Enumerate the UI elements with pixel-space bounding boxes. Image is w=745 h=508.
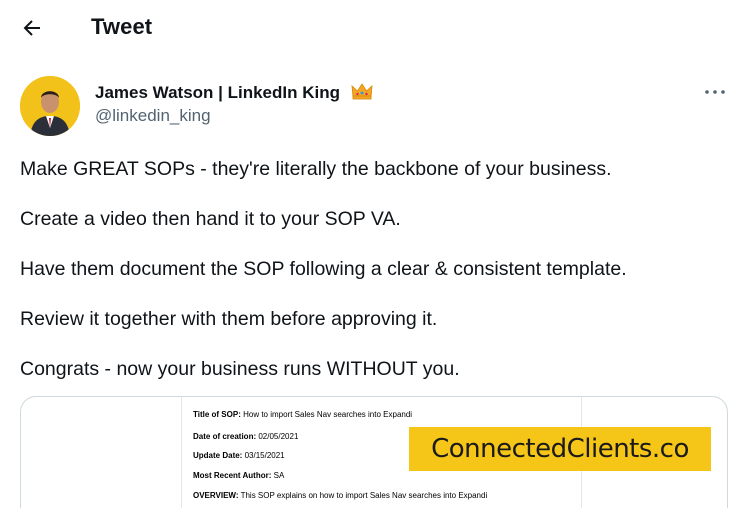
top-bar: Tweet: [0, 0, 745, 56]
document-margin-left: [181, 397, 182, 508]
avatar[interactable]: [20, 76, 80, 136]
tweet-text-line: Have them document the SOP following a c…: [20, 258, 627, 280]
doc-author-value: SA: [273, 471, 285, 480]
author-handle[interactable]: @linkedin_king: [95, 106, 211, 126]
author-name-text: James Watson | LinkedIn King: [95, 83, 340, 102]
doc-author-label: Most Recent Author:: [193, 471, 272, 480]
watermark-text: ConnectedClients.co: [431, 434, 689, 464]
doc-updated-value: 03/15/2021: [244, 451, 285, 460]
tweet-text-line: Create a video then hand it to your SOP …: [20, 208, 401, 230]
doc-author-line: Most Recent Author: SA: [193, 471, 284, 480]
back-button[interactable]: [20, 16, 44, 40]
doc-title-value: How to import Sales Nav searches into Ex…: [243, 410, 413, 419]
avatar-photo: [20, 76, 80, 136]
more-button[interactable]: [703, 84, 727, 100]
doc-title-line: Title of SOP: How to import Sales Nav se…: [193, 410, 412, 419]
doc-updated-line: Update Date: 03/15/2021: [193, 451, 285, 460]
doc-title-label: Title of SOP:: [193, 410, 241, 419]
tweet-media-image[interactable]: Title of SOP: How to import Sales Nav se…: [20, 396, 728, 508]
doc-created-value: 02/05/2021: [258, 432, 299, 441]
author-name[interactable]: James Watson | LinkedIn King: [95, 82, 373, 105]
doc-created-label: Date of creation:: [193, 432, 257, 441]
arrow-left-icon: [23, 20, 40, 36]
doc-created-line: Date of creation: 02/05/2021: [193, 432, 298, 441]
crown-emoji-icon: [351, 82, 373, 105]
more-horizontal-icon: [705, 90, 725, 94]
tweet-text-line: Make GREAT SOPs - they're literally the …: [20, 158, 612, 180]
doc-overview-line: OVERVIEW: This SOP explains on how to im…: [193, 491, 487, 500]
page-title: Tweet: [91, 14, 153, 39]
watermark-badge: ConnectedClients.co: [409, 427, 711, 471]
doc-overview-label: OVERVIEW:: [193, 491, 239, 500]
doc-overview-value: This SOP explains on how to import Sales…: [240, 491, 488, 500]
doc-updated-label: Update Date:: [193, 451, 243, 460]
tweet-text-line: Review it together with them before appr…: [20, 308, 438, 330]
tweet-text-line: Congrats - now your business runs WITHOU…: [20, 358, 460, 380]
